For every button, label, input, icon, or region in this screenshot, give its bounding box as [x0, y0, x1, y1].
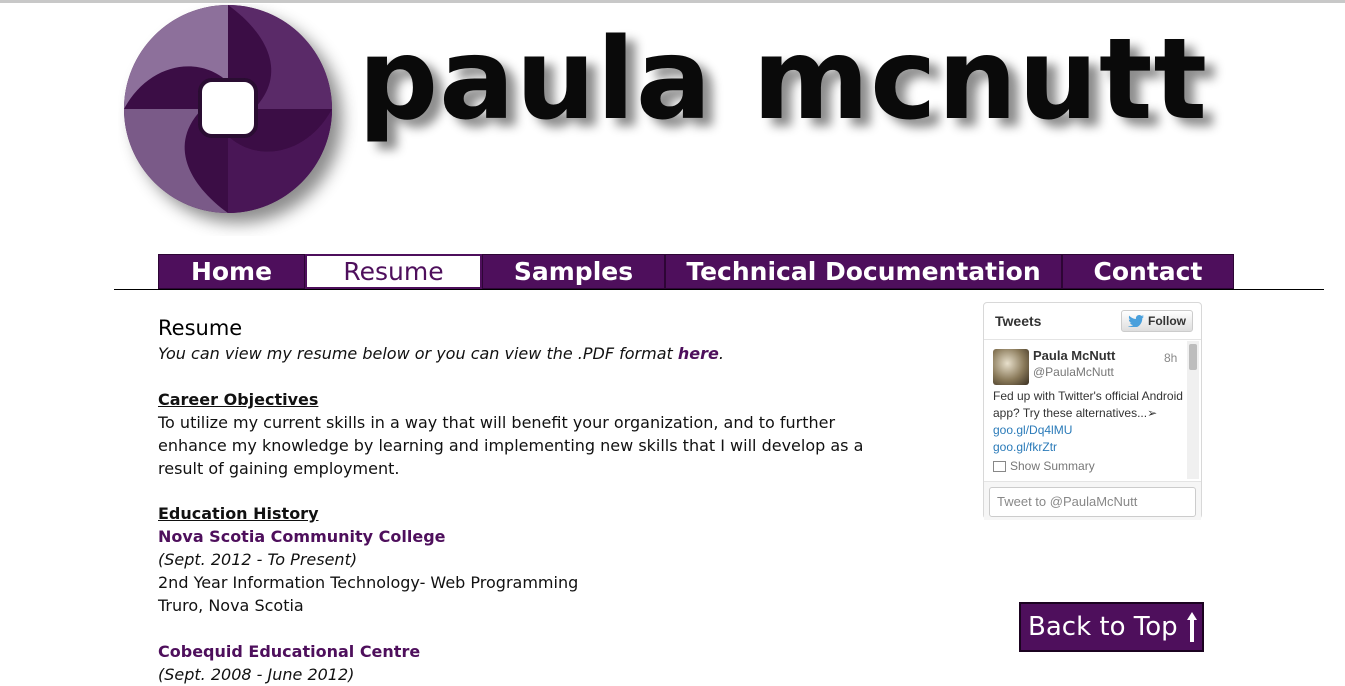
follow-button[interactable]: Follow — [1121, 310, 1193, 332]
tweet-compose-area: Tweet to @PaulaMcNutt — [984, 481, 1201, 520]
intro-text: You can view my resume below or you can … — [158, 344, 678, 363]
arrow-up-icon — [1186, 612, 1197, 642]
career-objectives-text: To utilize my current skills in a way th… — [158, 413, 864, 478]
nav-item-technical-documentation[interactable]: Technical Documentation — [665, 254, 1062, 289]
tweet-text: Fed up with Twitter's official Android a… — [993, 388, 1183, 456]
school-dates: (Sept. 2012 - To Present) — [158, 550, 358, 569]
tweet-author-name[interactable]: Paula McNutt — [1033, 348, 1115, 363]
twitter-bird-icon — [1128, 315, 1144, 327]
twitter-widget: Tweets Follow Paula McNutt @PaulaMcNutt … — [983, 302, 1202, 520]
resume-intro: You can view my resume below or you can … — [158, 342, 898, 366]
nav-item-contact[interactable]: Contact — [1062, 254, 1234, 289]
tweet-timestamp[interactable]: 8h — [1164, 351, 1177, 365]
tweet-compose-input[interactable]: Tweet to @PaulaMcNutt — [989, 487, 1196, 517]
main-nav: Home Resume Samples Technical Documentat… — [158, 254, 1234, 289]
tweet-list-scrollbar[interactable] — [1187, 341, 1199, 479]
tweet-list: Paula McNutt @PaulaMcNutt 8h Fed up with… — [984, 340, 1187, 480]
tweet-author-handle[interactable]: @PaulaMcNutt — [1033, 365, 1114, 379]
summary-icon — [993, 460, 1006, 472]
intro-period: . — [718, 344, 724, 363]
education-history-heading: Education History — [158, 504, 319, 523]
logo-text: paula mcnutt — [358, 15, 1209, 145]
browser-top-border — [0, 0, 1345, 3]
pdf-resume-link[interactable]: here — [678, 344, 719, 363]
nav-item-home[interactable]: Home — [158, 254, 305, 289]
tweet-link[interactable]: goo.gl/fkrZtr — [993, 440, 1057, 454]
nav-item-samples[interactable]: Samples — [482, 254, 665, 289]
career-objectives-heading: Career Objectives — [158, 390, 319, 409]
nav-item-resume[interactable]: Resume — [305, 254, 482, 289]
site-logo[interactable]: paula mcnutt — [118, 4, 1207, 236]
school-name: Nova Scotia Community College — [158, 527, 446, 546]
show-summary-label: Show Summary — [1010, 459, 1095, 473]
school-location: Truro, Nova Scotia — [158, 596, 304, 615]
nav-divider — [114, 289, 1324, 290]
school-dates: (Sept. 2008 - June 2012) — [158, 665, 355, 684]
avatar[interactable] — [993, 349, 1029, 385]
follow-label: Follow — [1148, 314, 1186, 328]
main-content: Resume You can view my resume below or y… — [158, 314, 898, 686]
twitter-widget-header: Tweets Follow — [984, 303, 1201, 340]
scrollbar-thumb[interactable] — [1189, 344, 1197, 370]
page-title: Resume — [158, 316, 243, 340]
twitter-widget-title: Tweets — [995, 313, 1042, 329]
show-summary-button[interactable]: Show Summary — [993, 459, 1095, 473]
school-program: 2nd Year Information Technology- Web Pro… — [158, 573, 579, 592]
back-to-top-label: Back to Top — [1028, 612, 1178, 642]
back-to-top-button[interactable]: Back to Top — [1019, 602, 1204, 652]
logo-swirl-icon — [124, 5, 332, 213]
school-name: Cobequid Educational Centre — [158, 642, 421, 661]
tweet-link[interactable]: goo.gl/Dq4lMU — [993, 423, 1072, 437]
tweet-body: Fed up with Twitter's official Android a… — [993, 389, 1183, 420]
